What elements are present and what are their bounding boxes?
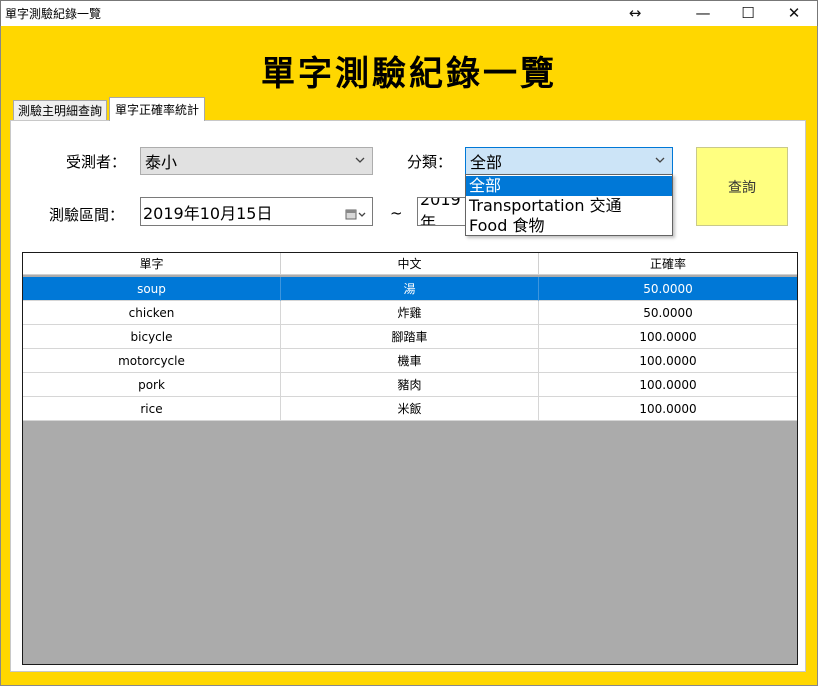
query-button[interactable]: 查詢 xyxy=(696,147,788,226)
cell-word: soup xyxy=(23,277,281,301)
cell-rate: 50.0000 xyxy=(539,301,797,325)
tester-select[interactable]: 泰小 xyxy=(140,147,373,175)
date-separator: ~ xyxy=(390,204,403,222)
table-row[interactable]: chicken 炸雞 50.0000 xyxy=(23,301,797,325)
cell-chinese: 炸雞 xyxy=(281,301,539,325)
category-dropdown: 全部 Transportation 交通 Food 食物 xyxy=(465,174,673,236)
cell-word: pork xyxy=(23,373,281,397)
cell-rate: 100.0000 xyxy=(539,373,797,397)
cell-rate: 100.0000 xyxy=(539,325,797,349)
cell-chinese: 米飯 xyxy=(281,397,539,421)
date-from-picker[interactable]: 2019年10月15日 xyxy=(140,197,373,226)
cell-rate: 50.0000 xyxy=(539,277,797,301)
table-row[interactable]: motorcycle 機車 100.0000 xyxy=(23,349,797,373)
tester-select-value: 泰小 xyxy=(145,153,178,172)
date-range-label: 測驗區間： xyxy=(49,206,125,224)
cell-chinese: 機車 xyxy=(281,349,539,373)
calendar-icon[interactable] xyxy=(345,206,367,225)
category-select-value: 全部 xyxy=(470,153,503,172)
app-title: 單字測驗紀錄一覽 xyxy=(261,54,557,94)
table-row[interactable]: rice 米飯 100.0000 xyxy=(23,397,797,421)
resize-icon[interactable]: ↔ xyxy=(612,0,658,26)
category-option-all[interactable]: 全部 xyxy=(466,176,672,196)
table-row[interactable]: pork 豬肉 100.0000 xyxy=(23,373,797,397)
cell-rate: 100.0000 xyxy=(539,397,797,421)
results-grid: 單字 中文 正確率 soup 湯 50.0000 chicken 炸雞 50.0… xyxy=(22,252,798,665)
minimize-button[interactable]: — xyxy=(680,0,726,26)
cell-chinese: 湯 xyxy=(281,277,539,301)
category-option-transportation[interactable]: Transportation 交通 xyxy=(466,196,672,216)
date-from-value: 2019年10月15日 xyxy=(143,203,273,223)
column-header-rate[interactable]: 正確率 xyxy=(539,253,797,275)
category-label: 分類： xyxy=(407,153,453,171)
tab-word-accuracy[interactable]: 單字正確率統計 xyxy=(109,97,205,121)
column-header-word[interactable]: 單字 xyxy=(23,253,281,275)
table-row[interactable]: soup 湯 50.0000 xyxy=(23,277,797,301)
cell-word: motorcycle xyxy=(23,349,281,373)
maximize-button[interactable]: ☐ xyxy=(725,0,771,26)
date-to-value: 2019年 xyxy=(420,197,461,226)
tab-record-detail[interactable]: 測驗主明細查詢 xyxy=(13,100,107,120)
window-title: 單字測驗紀錄一覽 xyxy=(5,7,102,21)
chevron-down-icon xyxy=(354,154,366,169)
cell-word: chicken xyxy=(23,301,281,325)
cell-word: rice xyxy=(23,397,281,421)
category-option-food[interactable]: Food 食物 xyxy=(466,216,672,236)
table-row[interactable]: bicycle 腳踏車 100.0000 xyxy=(23,325,797,349)
cell-chinese: 豬肉 xyxy=(281,373,539,397)
cell-rate: 100.0000 xyxy=(539,349,797,373)
column-header-chinese[interactable]: 中文 xyxy=(281,253,539,275)
tester-label: 受測者： xyxy=(66,153,127,171)
cell-chinese: 腳踏車 xyxy=(281,325,539,349)
date-to-picker[interactable]: 2019年 xyxy=(417,197,469,226)
close-button[interactable]: ✕ xyxy=(771,0,817,26)
cell-word: bicycle xyxy=(23,325,281,349)
chevron-down-icon xyxy=(654,154,666,169)
category-select[interactable]: 全部 xyxy=(465,147,673,175)
